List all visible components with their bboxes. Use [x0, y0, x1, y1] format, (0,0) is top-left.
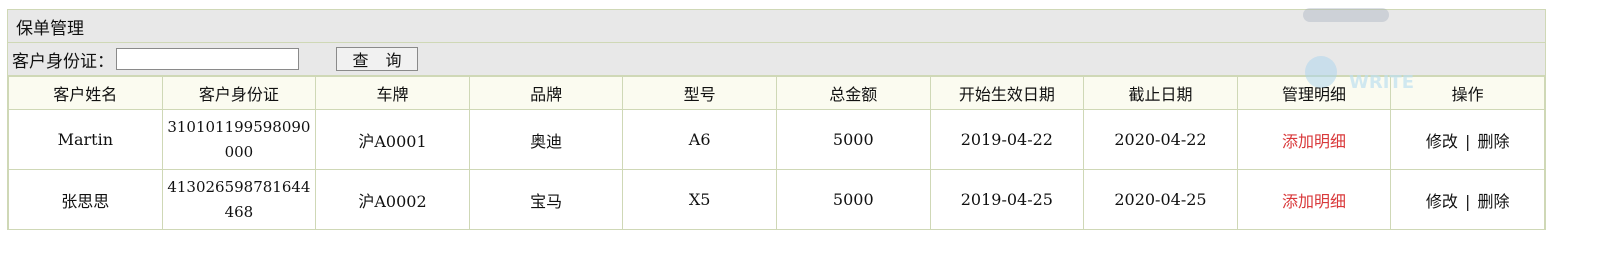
- table-row: 张思思 413026598781644468 沪A0002 宝马 X5 5000…: [8, 169, 1545, 230]
- action-separator: |: [1464, 131, 1471, 151]
- column-header: 截止日期: [1083, 76, 1238, 110]
- table-row: Martin 310101199598090000 沪A0001 奥迪 A6 5…: [8, 109, 1545, 170]
- id-card-label: 客户身份证：: [12, 51, 114, 72]
- detail-cell: 添加明细: [1236, 169, 1392, 230]
- actions-cell: 修改 | 删除: [1390, 169, 1545, 230]
- actions-cell: 修改 | 删除: [1390, 109, 1545, 170]
- model-cell: A6: [622, 109, 777, 170]
- delete-link[interactable]: 删除: [1477, 192, 1509, 211]
- id-card-cell: 413026598781644468: [161, 169, 317, 230]
- id-card-cell: 310101199598090000: [161, 109, 317, 170]
- column-header: 操作: [1390, 76, 1545, 110]
- column-header: 客户姓名: [8, 76, 163, 110]
- total-amount-cell: 5000: [775, 169, 931, 230]
- search-button[interactable]: 查 询: [336, 47, 418, 71]
- edit-link[interactable]: 修改: [1426, 192, 1458, 211]
- plate-cell: 沪A0001: [315, 109, 470, 170]
- brand-cell: 奥迪: [468, 109, 624, 170]
- detail-cell: 添加明细: [1236, 109, 1392, 170]
- column-header: 管理明细: [1236, 76, 1392, 110]
- plate-cell: 沪A0002: [315, 169, 470, 230]
- start-date-cell: 2019-04-25: [929, 169, 1085, 230]
- edit-link[interactable]: 修改: [1426, 132, 1458, 151]
- search-bar: 客户身份证： 查 询: [8, 43, 1545, 76]
- policy-management-panel: 保单管理 客户身份证： 查 询 客户姓名 客户身份证 车牌 品牌 型号 总金额 …: [7, 9, 1546, 230]
- column-header: 车牌: [315, 76, 470, 110]
- start-date-cell: 2019-04-22: [929, 109, 1085, 170]
- id-card-search-input[interactable]: [116, 48, 299, 70]
- column-header: 型号: [622, 76, 777, 110]
- end-date-cell: 2020-04-22: [1083, 109, 1238, 170]
- panel-title: 保单管理: [8, 10, 1545, 43]
- delete-link[interactable]: 删除: [1477, 132, 1509, 151]
- table-header-row: 客户姓名 客户身份证 车牌 品牌 型号 总金额 开始生效日期 截止日期 管理明细…: [8, 76, 1545, 110]
- action-separator: |: [1464, 191, 1471, 211]
- customer-name-cell: 张思思: [8, 169, 163, 230]
- model-cell: X5: [622, 169, 777, 230]
- total-amount-cell: 5000: [775, 109, 931, 170]
- end-date-cell: 2020-04-25: [1083, 169, 1238, 230]
- add-detail-link[interactable]: 添加明细: [1282, 132, 1346, 151]
- column-header: 客户身份证: [161, 76, 317, 110]
- column-header: 开始生效日期: [929, 76, 1085, 110]
- column-header: 品牌: [468, 76, 624, 110]
- customer-name-cell: Martin: [8, 109, 163, 170]
- policy-table: 客户姓名 客户身份证 车牌 品牌 型号 总金额 开始生效日期 截止日期 管理明细…: [8, 76, 1545, 230]
- column-header: 总金额: [775, 76, 931, 110]
- brand-cell: 宝马: [468, 169, 624, 230]
- add-detail-link[interactable]: 添加明细: [1282, 192, 1346, 211]
